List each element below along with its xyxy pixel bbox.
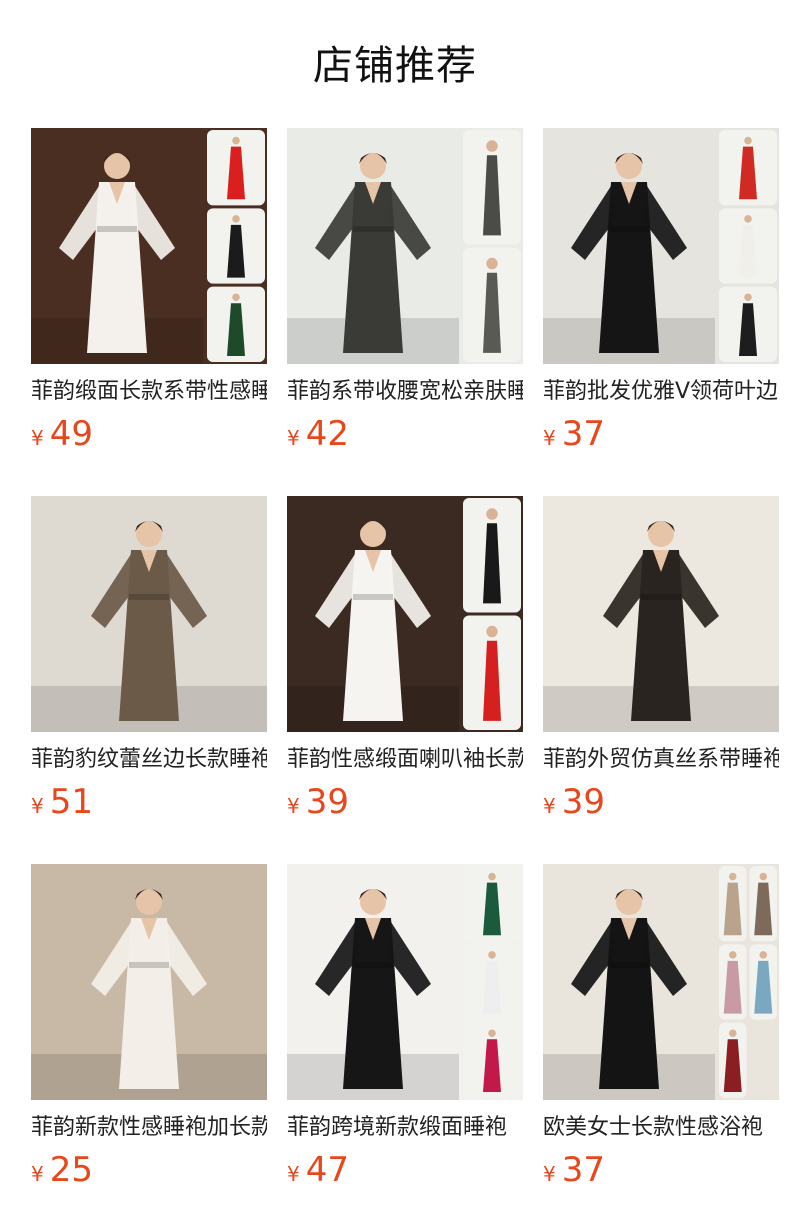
product-price: ¥39 bbox=[287, 782, 523, 822]
product-price: ¥47 bbox=[287, 1150, 523, 1190]
product-card[interactable]: 菲韵系带收腰宽松亲肤睡袍 ¥42 bbox=[287, 128, 523, 496]
product-price: ¥37 bbox=[543, 1150, 779, 1190]
price-amount: 39 bbox=[305, 782, 349, 822]
product-price: ¥39 bbox=[543, 782, 779, 822]
product-card[interactable]: 菲韵外贸仿真丝系带睡袍 ¥39 bbox=[543, 496, 779, 864]
product-image[interactable] bbox=[543, 128, 779, 364]
product-price: ¥25 bbox=[31, 1150, 267, 1190]
product-price: ¥49 bbox=[31, 414, 267, 454]
product-image[interactable] bbox=[287, 496, 523, 732]
product-card[interactable]: 菲韵批发优雅V领荷叶边睡袍 ¥37 bbox=[543, 128, 779, 496]
currency-symbol: ¥ bbox=[287, 1162, 300, 1186]
product-image[interactable] bbox=[287, 128, 523, 364]
product-name[interactable]: 菲韵批发优雅V领荷叶边睡袍 bbox=[543, 376, 779, 408]
price-amount: 37 bbox=[561, 414, 605, 454]
price-amount: 42 bbox=[305, 414, 349, 454]
price-amount: 49 bbox=[49, 414, 93, 454]
price-amount: 25 bbox=[49, 1150, 93, 1190]
product-card[interactable]: 菲韵性感缎面喇叭袖长款睡袍 ¥39 bbox=[287, 496, 523, 864]
currency-symbol: ¥ bbox=[543, 426, 556, 450]
product-card[interactable]: 欧美女士长款性感浴袍 ¥37 bbox=[543, 864, 779, 1232]
currency-symbol: ¥ bbox=[287, 426, 300, 450]
product-name[interactable]: 菲韵系带收腰宽松亲肤睡袍 bbox=[287, 376, 523, 408]
product-image[interactable] bbox=[287, 864, 523, 1100]
product-image[interactable] bbox=[543, 496, 779, 732]
shop-recommendations-page: 店铺推荐 菲韵缎面长款系带性感睡袍 ¥49 菲韵系带收腰宽松亲肤睡袍 ¥42 菲韵批发优… bbox=[0, 0, 790, 1232]
product-image[interactable] bbox=[31, 864, 267, 1100]
product-name[interactable]: 菲韵外贸仿真丝系带睡袍 bbox=[543, 744, 779, 776]
product-card[interactable]: 菲韵跨境新款缎面睡袍 ¥47 bbox=[287, 864, 523, 1232]
product-name[interactable]: 菲韵性感缎面喇叭袖长款睡袍 bbox=[287, 744, 523, 776]
currency-symbol: ¥ bbox=[31, 794, 44, 818]
product-price: ¥51 bbox=[31, 782, 267, 822]
product-card[interactable]: 菲韵新款性感睡袍加长款 ¥25 bbox=[31, 864, 267, 1232]
currency-symbol: ¥ bbox=[31, 1162, 44, 1186]
product-price: ¥37 bbox=[543, 414, 779, 454]
product-image[interactable] bbox=[31, 496, 267, 732]
product-image[interactable] bbox=[543, 864, 779, 1100]
product-image[interactable] bbox=[31, 128, 267, 364]
price-amount: 37 bbox=[561, 1150, 605, 1190]
currency-symbol: ¥ bbox=[543, 1162, 556, 1186]
price-amount: 47 bbox=[305, 1150, 349, 1190]
section-title: 店铺推荐 bbox=[313, 43, 477, 89]
currency-symbol: ¥ bbox=[543, 794, 556, 818]
product-name[interactable]: 菲韵缎面长款系带性感睡袍 bbox=[31, 376, 267, 408]
product-name[interactable]: 菲韵豹纹蕾丝边长款睡袍 bbox=[31, 744, 267, 776]
product-grid: 菲韵缎面长款系带性感睡袍 ¥49 菲韵系带收腰宽松亲肤睡袍 ¥42 菲韵批发优雅V领荷叶… bbox=[31, 128, 779, 1232]
product-card[interactable]: 菲韵缎面长款系带性感睡袍 ¥49 bbox=[31, 128, 267, 496]
product-card[interactable]: 菲韵豹纹蕾丝边长款睡袍 ¥51 bbox=[31, 496, 267, 864]
price-amount: 39 bbox=[561, 782, 605, 822]
product-name[interactable]: 菲韵跨境新款缎面睡袍 bbox=[287, 1112, 523, 1144]
product-price: ¥42 bbox=[287, 414, 523, 454]
price-amount: 51 bbox=[49, 782, 93, 822]
currency-symbol: ¥ bbox=[31, 426, 44, 450]
currency-symbol: ¥ bbox=[287, 794, 300, 818]
product-name[interactable]: 欧美女士长款性感浴袍 bbox=[543, 1112, 779, 1144]
product-name[interactable]: 菲韵新款性感睡袍加长款 bbox=[31, 1112, 267, 1144]
